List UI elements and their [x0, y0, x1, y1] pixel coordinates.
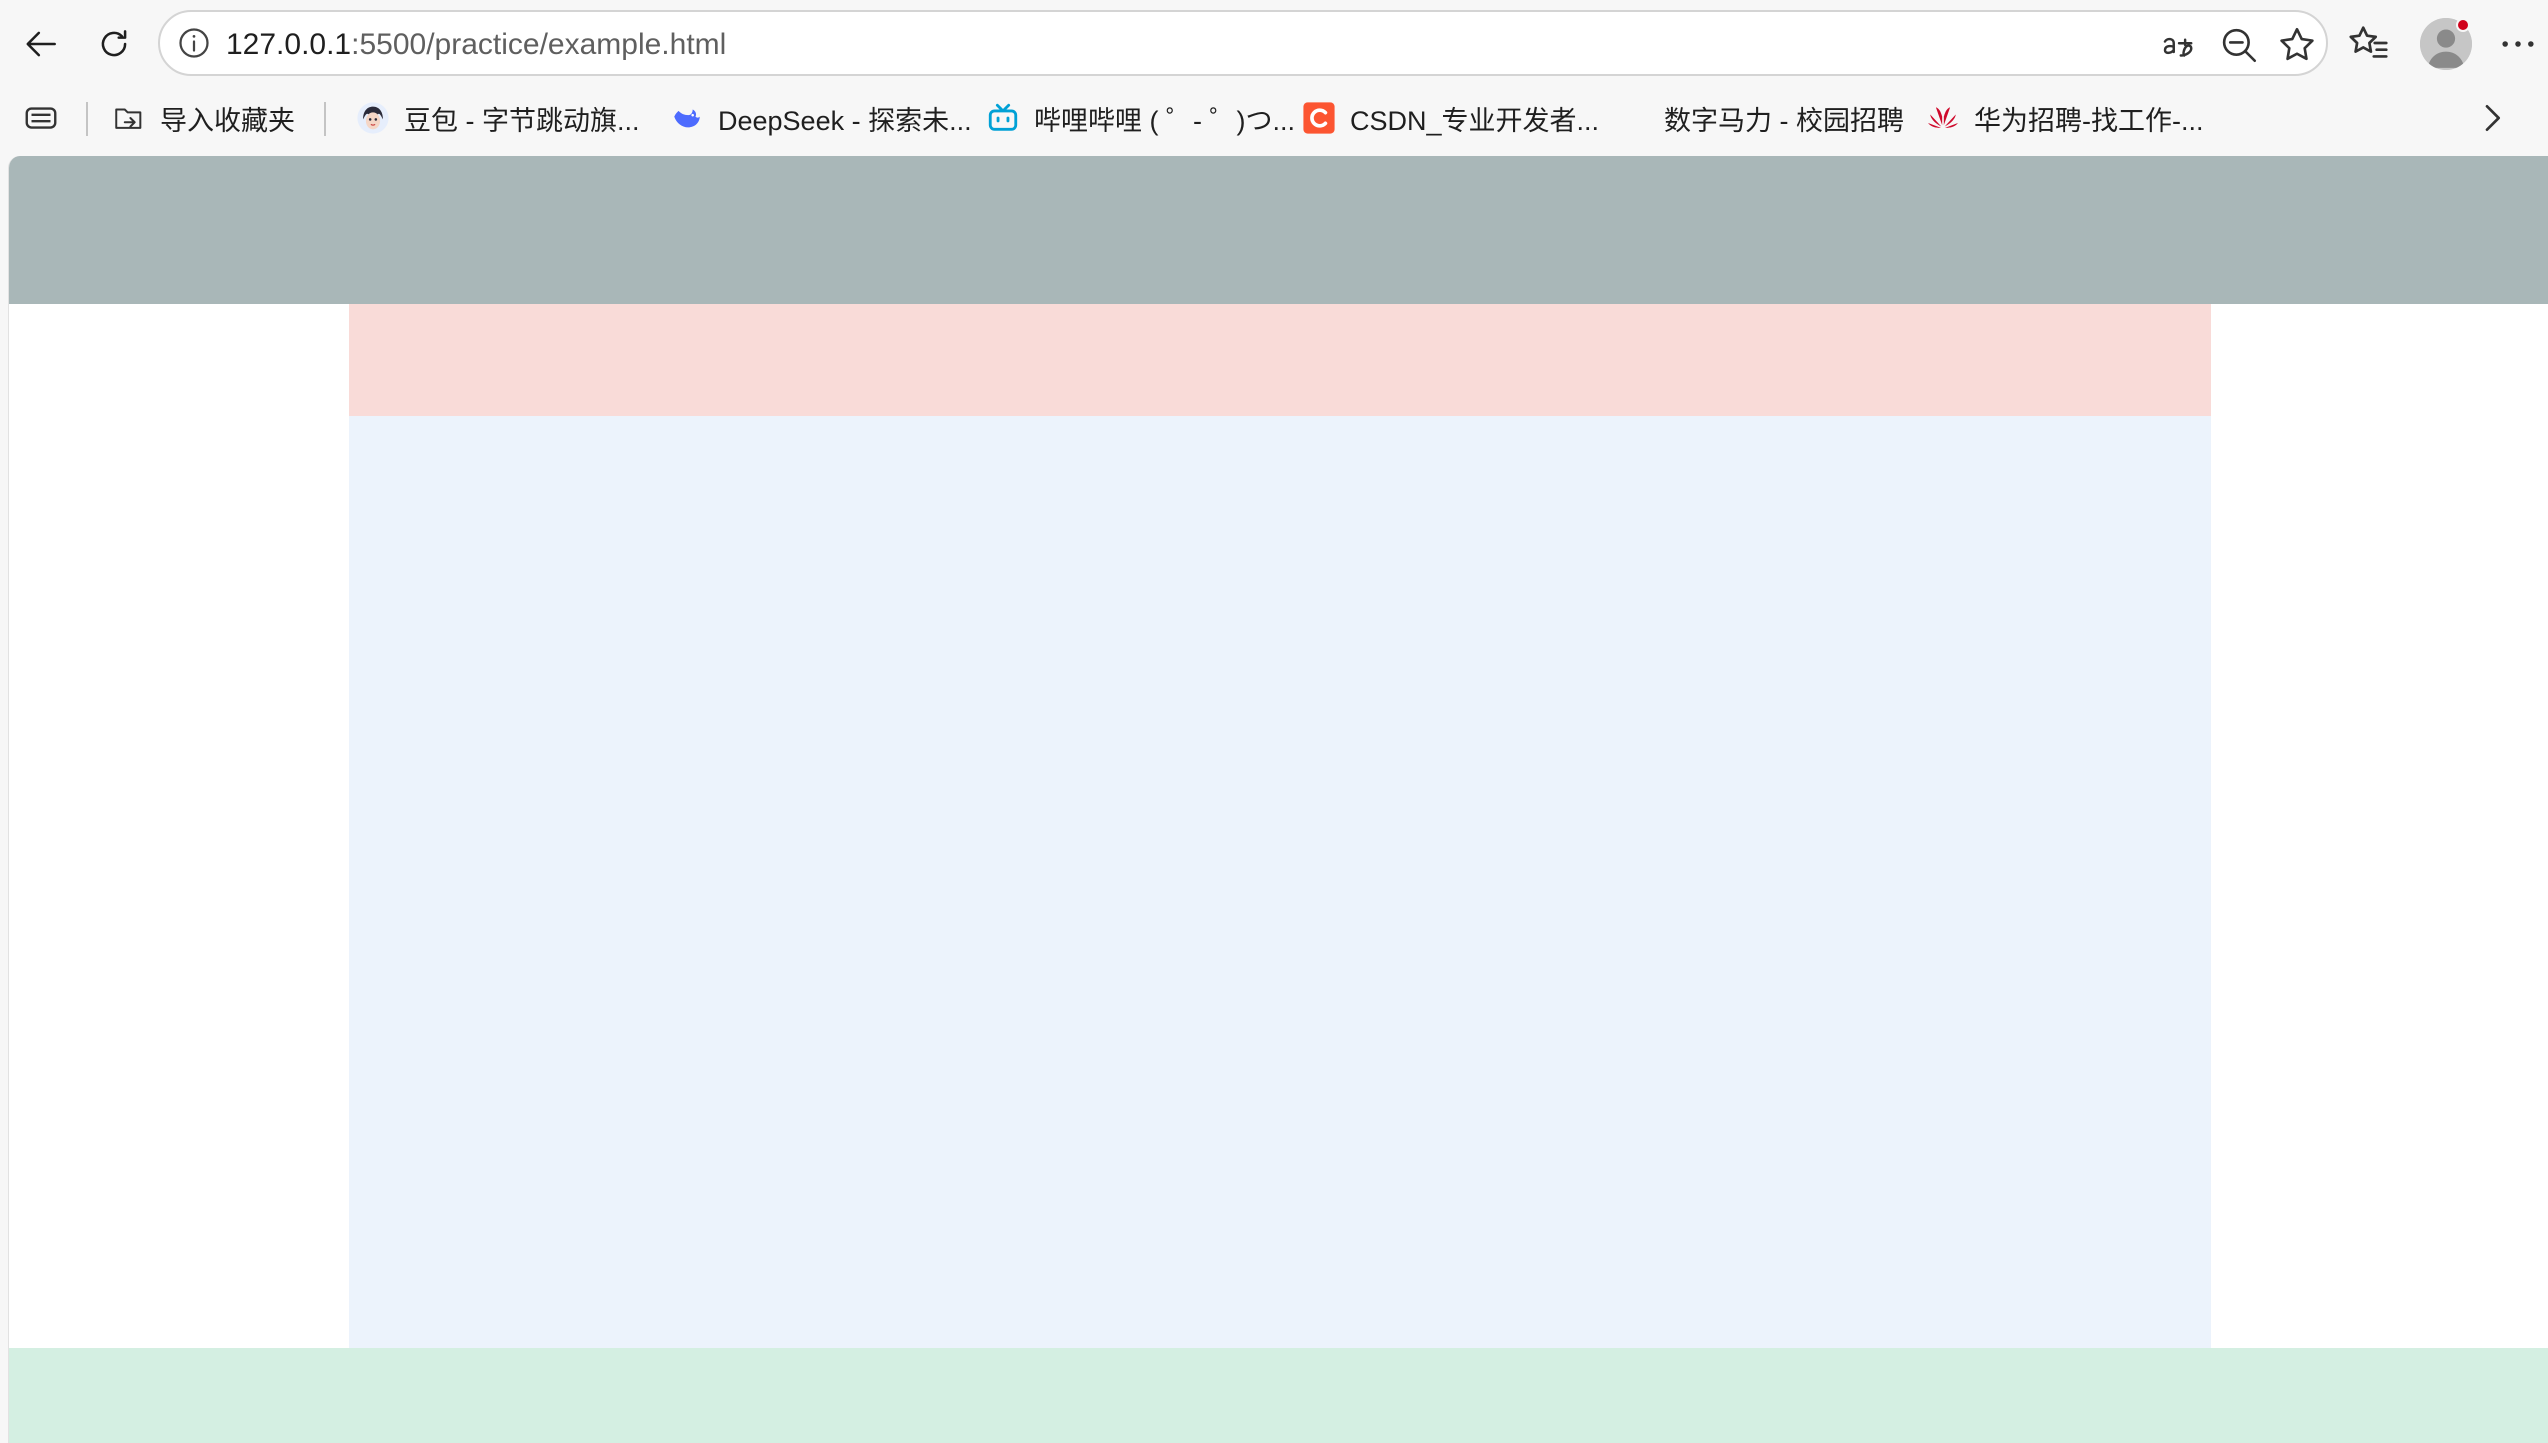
page-viewport	[8, 156, 2548, 1443]
back-arrow-icon	[26, 31, 56, 57]
reload-icon	[101, 30, 127, 57]
page-main-block	[349, 416, 2211, 1348]
bilibili-tv-icon	[986, 101, 1020, 135]
info-icon[interactable]	[176, 25, 212, 61]
bookmark-label: 华为招聘-找工作-...	[1974, 105, 2204, 136]
deepseek-whale-icon	[670, 101, 704, 135]
huawei-icon	[1926, 101, 1960, 135]
page-nav-block	[349, 304, 2211, 416]
bookmark-import-favorites[interactable]: 导入收藏夹	[112, 94, 295, 142]
favorites-list-icon[interactable]	[2346, 20, 2392, 66]
bookmark-csdn[interactable]: CSDN_专业开发者...	[1302, 94, 1599, 142]
url-text[interactable]: 127.0.0.1:5500/practice/example.html	[226, 25, 726, 65]
bookmark-deepseek[interactable]: DeepSeek - 探索未...	[670, 94, 972, 142]
bookmark-label: DeepSeek - 探索未...	[718, 105, 972, 136]
bookmark-shuzimali[interactable]: 数字马力 - 校园招聘	[1664, 94, 1904, 142]
import-folder-icon	[112, 101, 146, 135]
browser-chrome: 127.0.0.1:5500/practice/example.html 导入收…	[0, 0, 2548, 156]
chevron-right-icon[interactable]	[2472, 98, 2512, 138]
bookmark-doubao[interactable]: 豆包 - 字节跳动旗...	[356, 94, 640, 142]
bookmark-bilibili[interactable]: 哔哩哔哩 ( ゜- ゜)つ...	[986, 94, 1295, 142]
star-icon[interactable]	[2276, 24, 2318, 66]
back-button[interactable]	[10, 12, 74, 76]
bookmark-label: 豆包 - 字节跳动旗...	[404, 105, 640, 136]
doubao-icon	[356, 101, 390, 135]
more-icon[interactable]	[2496, 22, 2540, 66]
page-footer-block	[9, 1348, 2548, 1443]
page-header-block	[9, 156, 2548, 304]
bookmark-label: CSDN_专业开发者...	[1350, 105, 1600, 136]
read-aloud-icon[interactable]	[2158, 24, 2200, 66]
url-host: 127.0.0.1	[226, 28, 352, 61]
bookmarks-divider	[324, 102, 326, 136]
url-path: :5500/practice/example.html	[351, 28, 727, 61]
browser-toolbar: 127.0.0.1:5500/practice/example.html	[0, 0, 2548, 88]
bookmark-label: 哔哩哔哩 ( ゜- ゜)つ...	[1034, 105, 1295, 136]
bookmark-label: 数字马力 - 校园招聘	[1664, 105, 1904, 136]
zoom-out-icon[interactable]	[2218, 24, 2260, 66]
csdn-icon	[1302, 101, 1336, 135]
bookmark-label: 导入收藏夹	[160, 105, 295, 136]
bookmark-huawei[interactable]: 华为招聘-找工作-...	[1926, 94, 2204, 142]
reload-button[interactable]	[82, 12, 146, 76]
bookmarks-bar: 导入收藏夹 豆包 - 字节跳动旗... DeepSeek - 探索未... 哔哩…	[0, 94, 2548, 142]
tab-actions-icon[interactable]	[22, 100, 60, 136]
notification-dot	[2456, 18, 2470, 32]
address-bar[interactable]: 127.0.0.1:5500/practice/example.html	[158, 10, 2328, 76]
bookmarks-divider	[86, 102, 88, 136]
